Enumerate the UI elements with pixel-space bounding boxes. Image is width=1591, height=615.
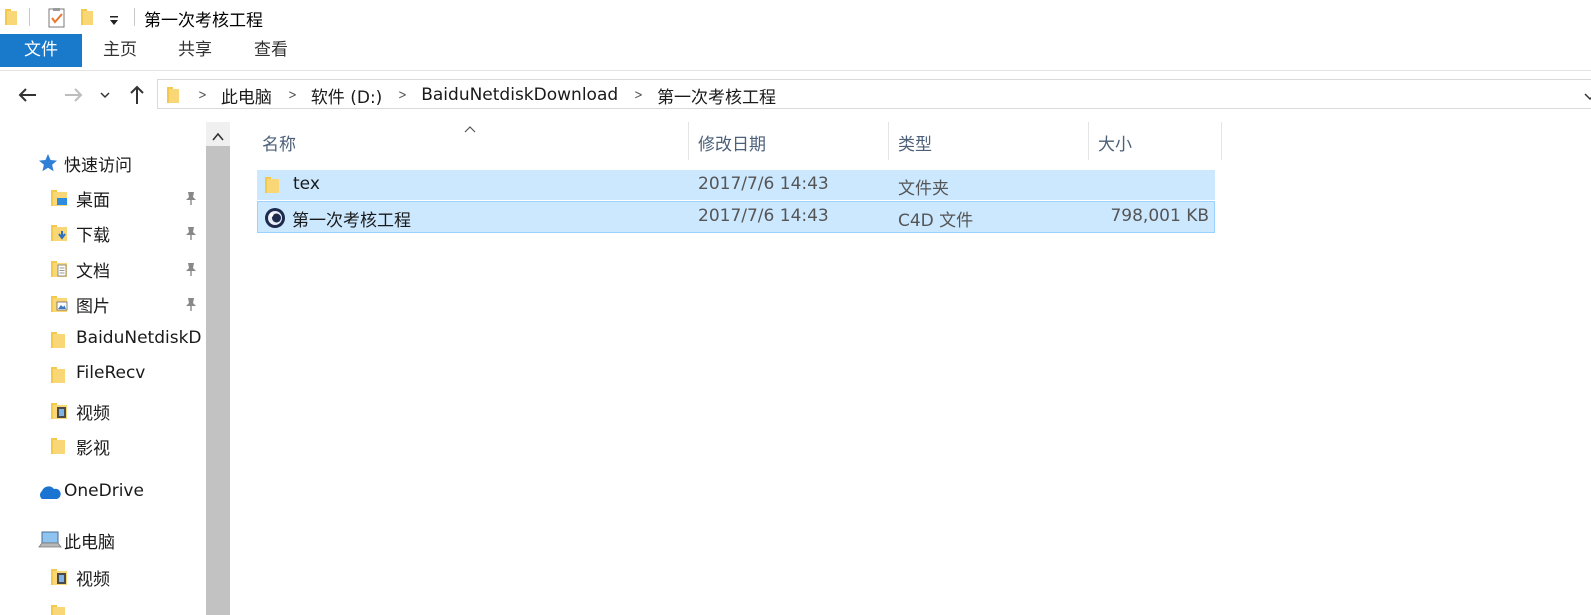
sidebar-item-label: 影视 xyxy=(76,439,110,459)
toolbar-separator xyxy=(134,8,135,26)
file-name: 第一次考核工程 xyxy=(292,211,411,231)
column-divider[interactable] xyxy=(1221,122,1222,160)
recent-locations-chevron-icon[interactable] xyxy=(98,82,112,108)
file-type: 文件夹 xyxy=(898,179,949,199)
pin-icon[interactable] xyxy=(184,190,198,206)
pin-icon[interactable] xyxy=(184,261,198,277)
column-header-label: 修改日期 xyxy=(698,135,766,155)
videos-folder-icon xyxy=(50,401,70,421)
sidebar-item-desktop[interactable]: 桌面 xyxy=(0,183,206,213)
folder-icon[interactable] xyxy=(4,7,20,31)
column-header-name[interactable]: 名称 xyxy=(253,122,689,162)
chevron-right-icon[interactable]: > xyxy=(398,88,407,103)
navigation-pane: 快速访问 桌面 下载 文档 图片 BaiduNetdiskD FileRecv … xyxy=(0,122,206,615)
sidebar-item-videos[interactable]: 视频 xyxy=(0,396,206,426)
sidebar-item-label: 文档 xyxy=(76,262,110,282)
window-title: 第一次考核工程 xyxy=(144,11,263,31)
folder-icon xyxy=(50,603,70,615)
sidebar-item-label: 桌面 xyxy=(76,191,110,211)
folder-icon xyxy=(50,436,70,456)
column-header-type[interactable]: 类型 xyxy=(889,122,1089,162)
forward-arrow-icon[interactable] xyxy=(60,82,86,108)
chevron-right-icon[interactable]: > xyxy=(288,88,297,103)
navigation-pane-scrollbar[interactable] xyxy=(206,122,230,615)
sidebar-item-downloads[interactable]: 下载 xyxy=(0,218,206,248)
up-arrow-icon[interactable] xyxy=(124,82,150,108)
scroll-up-icon[interactable] xyxy=(211,128,225,141)
file-date-modified: 2017/7/6 14:43 xyxy=(698,174,829,194)
ribbon-tabs: 文件 主页 共享 查看 xyxy=(0,34,1591,71)
pin-icon[interactable] xyxy=(184,296,198,312)
breadcrumb: > 此电脑 > 软件 (D:) > BaiduNetdiskDownload >… xyxy=(166,80,776,110)
sidebar-item-yingshi[interactable]: 影视 xyxy=(0,431,206,461)
properties-icon[interactable] xyxy=(47,7,67,33)
sidebar-item-label: 快速访问 xyxy=(64,156,132,176)
address-dropdown-icon[interactable] xyxy=(1583,88,1591,102)
breadcrumb-this-pc[interactable]: 此电脑 xyxy=(221,83,272,108)
folder-icon xyxy=(50,365,70,385)
address-bar[interactable]: > 此电脑 > 软件 (D:) > BaiduNetdiskDownload >… xyxy=(157,79,1591,109)
file-date-modified: 2017/7/6 14:43 xyxy=(698,206,829,226)
sidebar-item-label: 下载 xyxy=(76,226,110,246)
sidebar-item-label: 图片 xyxy=(76,297,110,317)
column-header-label: 大小 xyxy=(1098,135,1132,155)
file-name: tex xyxy=(293,174,320,194)
desktop-folder-icon xyxy=(50,188,70,208)
sidebar-item-label: BaiduNetdiskD xyxy=(76,328,202,348)
sidebar-item-label: OneDrive xyxy=(64,481,144,501)
new-folder-icon[interactable] xyxy=(80,7,96,31)
tab-home[interactable]: 主页 xyxy=(90,34,150,67)
tab-view[interactable]: 查看 xyxy=(241,34,301,67)
cinema4d-file-icon xyxy=(264,207,285,228)
navigation-bar: > 此电脑 > 软件 (D:) > BaiduNetdiskDownload >… xyxy=(0,78,1591,112)
toolbar-separator xyxy=(29,8,30,26)
sidebar-item-onedrive[interactable]: OneDrive xyxy=(0,478,206,508)
sidebar-item-this-pc[interactable]: 此电脑 xyxy=(0,525,206,555)
chevron-right-icon[interactable]: > xyxy=(634,88,643,103)
folder-icon xyxy=(50,330,70,350)
breadcrumb-current-folder[interactable]: 第一次考核工程 xyxy=(657,83,776,108)
pin-icon[interactable] xyxy=(184,225,198,241)
tab-file[interactable]: 文件 xyxy=(0,34,82,67)
sidebar-item-quick-access[interactable]: 快速访问 xyxy=(0,148,206,178)
breadcrumb-drive-d[interactable]: 软件 (D:) xyxy=(311,83,383,108)
column-header-label: 类型 xyxy=(898,135,932,155)
file-type: C4D 文件 xyxy=(898,211,974,231)
cloud-icon xyxy=(36,483,62,503)
scrollbar-thumb[interactable] xyxy=(206,146,230,615)
customize-dropdown-icon[interactable] xyxy=(108,12,120,31)
sidebar-item-documents[interactable]: 文档 xyxy=(0,254,206,284)
breadcrumb-baidunetdiskdownload[interactable]: BaiduNetdiskDownload xyxy=(421,85,618,105)
folder-icon xyxy=(264,175,284,195)
sidebar-item-label: 视频 xyxy=(76,570,110,590)
chevron-right-icon[interactable]: > xyxy=(198,88,207,103)
folder-icon xyxy=(166,85,182,105)
column-header-size[interactable]: 大小 xyxy=(1089,122,1222,162)
back-arrow-icon[interactable] xyxy=(15,82,41,108)
pictures-folder-icon xyxy=(50,294,70,314)
sidebar-item-filerecv[interactable]: FileRecv xyxy=(0,360,206,390)
sidebar-item-pictures[interactable]: 图片 xyxy=(0,289,206,319)
file-list: 名称 修改日期 类型 大小 tex 2017/7/6 14:43 文件夹 第一次… xyxy=(230,122,1591,615)
sidebar-item-label: 视频 xyxy=(76,404,110,424)
table-row[interactable]: tex 2017/7/6 14:43 文件夹 xyxy=(257,170,1215,200)
tab-share[interactable]: 共享 xyxy=(165,34,225,67)
documents-folder-icon xyxy=(50,259,70,279)
sidebar-item-label: 此电脑 xyxy=(64,533,115,553)
sidebar-item-label: FileRecv xyxy=(76,363,146,383)
downloads-folder-icon xyxy=(50,223,70,243)
star-icon xyxy=(38,153,58,173)
table-row[interactable]: 第一次考核工程 2017/7/6 14:43 C4D 文件 798,001 KB xyxy=(257,201,1215,233)
column-header-label: 名称 xyxy=(262,135,296,155)
column-header-date-modified[interactable]: 修改日期 xyxy=(689,122,889,162)
file-size: 798,001 KB xyxy=(1110,206,1209,226)
videos-folder-icon xyxy=(50,567,70,587)
sidebar-item-this-pc-videos[interactable]: 视频 xyxy=(0,562,206,592)
title-bar: 第一次考核工程 xyxy=(0,0,1591,34)
sidebar-item-partial[interactable] xyxy=(0,598,206,615)
sidebar-item-baidunetdiskdownload[interactable]: BaiduNetdiskD xyxy=(0,325,206,355)
computer-icon xyxy=(36,530,62,550)
